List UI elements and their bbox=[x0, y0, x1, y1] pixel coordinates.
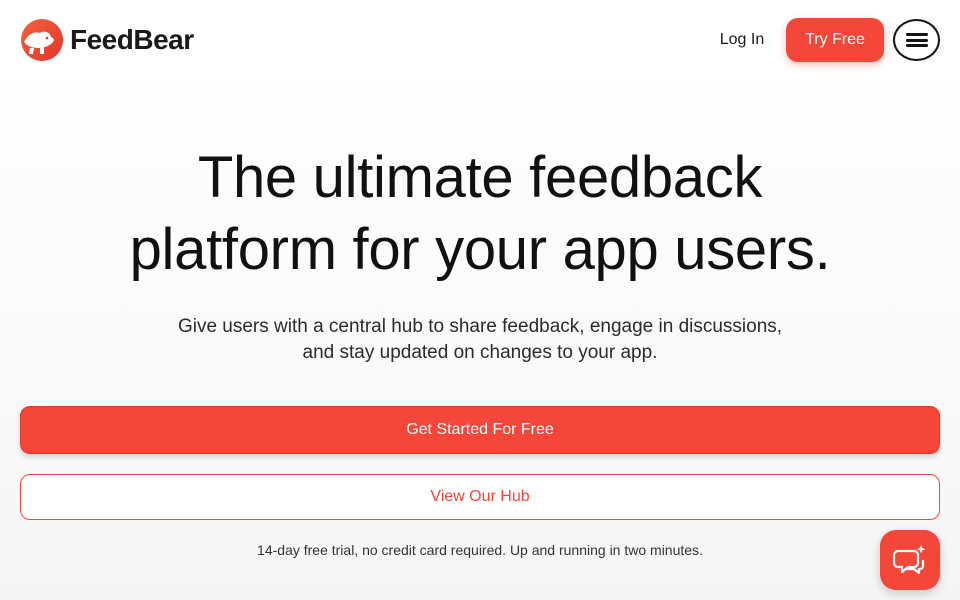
brand-name: FeedBear bbox=[70, 24, 194, 55]
navbar: FeedBear Log In Try Free bbox=[0, 0, 960, 80]
subtext-line-1: Give users with a central hub to share f… bbox=[177, 316, 783, 337]
menu-button[interactable] bbox=[893, 19, 940, 61]
chat-widget-button[interactable] bbox=[880, 530, 940, 590]
hero-headline: The ultimate feedback platform for your … bbox=[60, 142, 900, 286]
headline-line-2: platform for your app users. bbox=[129, 217, 831, 282]
subtext-line-2: and stay updated on changes to your app. bbox=[302, 342, 658, 363]
trial-note: 14-day free trial, no credit card requir… bbox=[257, 542, 703, 558]
try-free-button[interactable]: Try Free bbox=[786, 18, 884, 62]
chat-bubble-icon bbox=[892, 545, 926, 575]
bear-logo-icon bbox=[21, 19, 63, 61]
get-started-button[interactable]: Get Started For Free bbox=[20, 406, 940, 454]
view-hub-button[interactable]: View Our Hub bbox=[20, 474, 940, 520]
hamburger-icon bbox=[905, 33, 928, 47]
brand-logo[interactable]: FeedBear bbox=[20, 18, 194, 62]
headline-line-1: The ultimate feedback bbox=[197, 145, 763, 210]
hero-subtext: Give users with a central hub to share f… bbox=[130, 314, 830, 366]
login-link[interactable]: Log In bbox=[708, 28, 776, 52]
